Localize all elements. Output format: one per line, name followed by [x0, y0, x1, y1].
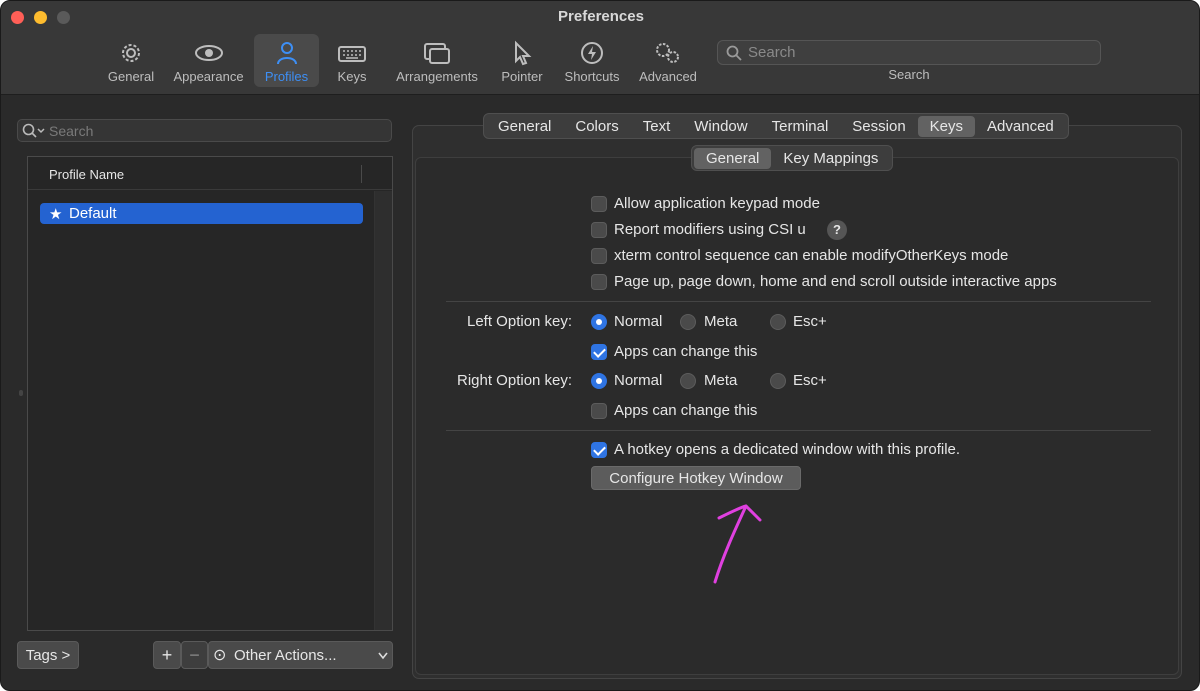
right-option-meta-radio[interactable] [680, 373, 696, 389]
toolbar-advanced-label: Advanced [639, 69, 697, 84]
column-header-profile-name: Profile Name [49, 167, 125, 182]
column-separator [361, 165, 362, 183]
toolbar-advanced[interactable]: Advanced [634, 34, 702, 87]
scroll-outside-apps-checkbox[interactable] [591, 274, 607, 290]
keypad-mode-checkbox[interactable] [591, 196, 607, 212]
toolbar-keys[interactable]: Keys [328, 34, 376, 87]
tab-text[interactable]: Text [631, 116, 683, 137]
chevron-down-icon [378, 652, 388, 660]
left-option-normal-label: Normal [614, 313, 663, 330]
profile-search-input[interactable] [49, 122, 379, 140]
profile-search-box[interactable] [17, 119, 392, 142]
toolbar-arrangements-label: Arrangements [396, 69, 478, 84]
star-icon: ★ [49, 206, 63, 223]
lightning-icon [581, 42, 603, 64]
ellipsis-circle-icon: ⊙ [213, 647, 227, 664]
window-title: Preferences [558, 8, 644, 25]
right-option-apps-change-checkbox[interactable] [591, 403, 607, 419]
tab-advanced[interactable]: Advanced [975, 116, 1066, 137]
toolbar-appearance[interactable]: Appearance [168, 34, 249, 87]
toolbar-pointer[interactable]: Pointer [496, 34, 548, 87]
section-divider [446, 430, 1151, 431]
search-filter-icon [22, 123, 45, 138]
tab-general[interactable]: General [486, 116, 563, 137]
tab-colors[interactable]: Colors [563, 116, 630, 137]
toolbar-shortcuts[interactable]: Shortcuts [560, 34, 624, 87]
tags-button[interactable]: Tags > [17, 641, 79, 669]
csi-u-checkbox[interactable] [591, 222, 607, 238]
toolbar-profiles[interactable]: Profiles [254, 34, 319, 87]
toolbar-search-label: Search [888, 67, 930, 82]
right-option-esc-radio[interactable] [770, 373, 786, 389]
help-icon[interactable]: ? [827, 220, 847, 240]
tab-window[interactable]: Window [682, 116, 759, 137]
search-icon [726, 45, 742, 61]
windows-icon [424, 43, 450, 64]
toolbar-search-box[interactable] [717, 40, 1101, 65]
toolbar-general[interactable]: General [101, 34, 161, 87]
keypad-mode-label: Allow application keypad mode [614, 195, 820, 212]
section-divider [446, 301, 1151, 302]
left-option-key-label: Left Option key: [467, 313, 573, 330]
csi-u-label: Report modifiers using CSI u [614, 221, 806, 238]
left-option-esc-label: Esc+ [793, 313, 827, 330]
hotkey-window-label: A hotkey opens a dedicated window with t… [614, 441, 961, 458]
eye-icon [194, 45, 223, 61]
scroll-outside-apps-label: Page up, page down, home and end scroll … [614, 273, 1057, 290]
right-option-esc-label: Esc+ [793, 372, 827, 389]
gears-icon [656, 43, 679, 63]
gear-icon [122, 44, 140, 62]
toolbar-profiles-label: Profiles [264, 69, 309, 84]
remove-profile-button[interactable]: − [181, 641, 208, 669]
toolbar-arrangements[interactable]: Arrangements [391, 34, 483, 87]
right-option-normal-radio[interactable] [591, 373, 607, 389]
right-option-apps-change-label: Apps can change this [614, 402, 758, 419]
profile-list-scrollbar[interactable] [374, 191, 392, 630]
split-view-handle[interactable] [19, 390, 23, 396]
keys-subtabs: General Key Mappings [691, 145, 894, 171]
modify-other-keys-checkbox[interactable] [591, 248, 607, 264]
left-option-meta-label: Meta [704, 313, 738, 330]
left-option-apps-change-label: Apps can change this [614, 343, 758, 360]
person-icon [276, 42, 297, 65]
toolbar-keys-label: Keys [337, 69, 367, 84]
toolbar-shortcuts-label: Shortcuts [564, 69, 620, 84]
tab-terminal[interactable]: Terminal [760, 116, 841, 137]
toolbar: Preferences General Appearance Profiles … [1, 1, 1199, 95]
profile-list-header[interactable]: Profile Name [28, 157, 392, 190]
left-option-apps-change-checkbox[interactable] [591, 344, 607, 360]
toolbar-pointer-label: Pointer [501, 69, 543, 84]
profile-list: Profile Name ★ Default [27, 156, 393, 631]
configure-hotkey-window-button[interactable]: Configure Hotkey Window [591, 466, 801, 490]
tab-keys[interactable]: Keys [917, 115, 976, 137]
profile-row-default[interactable]: ★ Default [40, 203, 363, 224]
modify-other-keys-label: xterm control sequence can enable modify… [614, 247, 1009, 264]
left-option-meta-radio[interactable] [680, 314, 696, 330]
profile-tabs: General Colors Text Window Terminal Sess… [483, 113, 1069, 139]
tab-session[interactable]: Session [840, 116, 917, 137]
right-option-meta-label: Meta [704, 372, 738, 389]
right-option-key-label: Right Option key: [457, 372, 573, 389]
annotation-arrow-icon [713, 504, 762, 584]
hotkey-window-checkbox[interactable] [591, 442, 607, 458]
subtab-key-mappings[interactable]: Key Mappings [771, 148, 890, 169]
subtab-general[interactable]: General [694, 147, 772, 169]
preferences-window: Preferences General Appearance Profiles … [0, 0, 1200, 691]
left-option-normal-radio[interactable] [591, 314, 607, 330]
keyboard-icon [338, 46, 366, 62]
other-actions-label: Other Actions... [234, 647, 337, 664]
toolbar-appearance-label: Appearance [173, 69, 244, 84]
toolbar-search-input[interactable] [748, 43, 1088, 62]
profile-name: Default [69, 205, 117, 222]
left-option-esc-radio[interactable] [770, 314, 786, 330]
pointer-icon [515, 40, 532, 66]
toolbar-general-label: General [107, 69, 155, 84]
add-profile-button[interactable]: + [153, 641, 181, 669]
right-option-normal-label: Normal [614, 372, 663, 389]
other-actions-dropdown[interactable]: ⊙ Other Actions... [208, 641, 393, 669]
